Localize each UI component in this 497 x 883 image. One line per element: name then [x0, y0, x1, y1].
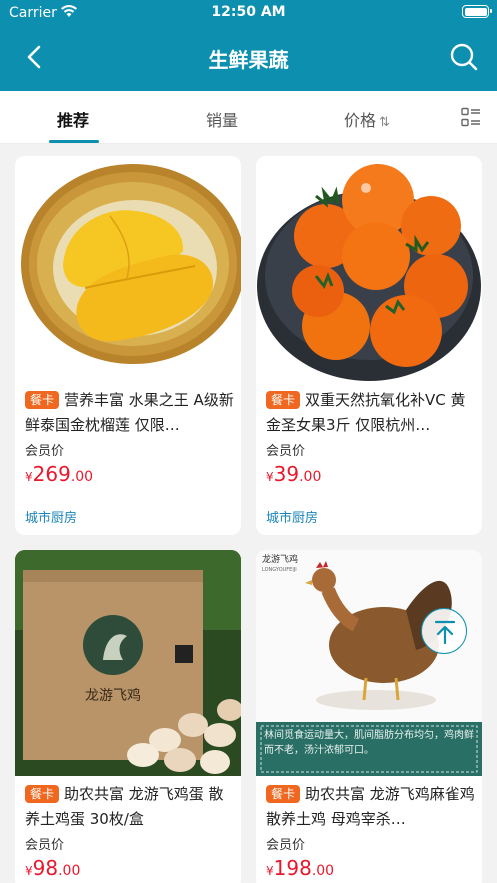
product-price: ¥269.00: [25, 462, 93, 486]
product-card[interactable]: 龙游飞鸡 LONGYOUFEIJI 林间觅食运动量大，肌间脂肪分布均匀，鸡肉鲜而…: [256, 550, 482, 883]
price-decimal: .00: [311, 863, 335, 879]
page-title: 生鲜果蔬: [208, 48, 289, 72]
product-card[interactable]: 龙游飞鸡 餐卡 助农共富 龙游飞鸡蛋 散养土鸡蛋 30枚/盒 会员价 ¥98.00: [15, 550, 241, 883]
chicken-brand-sub: LONGYOUFEIJI: [262, 567, 297, 573]
member-price-label: 会员价: [266, 838, 306, 853]
chicken-brand: 龙游飞鸡: [262, 553, 298, 565]
member-price-label: 会员价: [266, 444, 306, 459]
active-tab-indicator: [49, 140, 99, 143]
price-integer: 198: [273, 856, 312, 880]
store-name[interactable]: 城市厨房: [25, 507, 77, 526]
product-price: ¥39.00: [266, 462, 321, 486]
product-name: 餐卡 助农共富 龙游飞鸡麻雀鸡 散养土鸡 母鸡宰杀…: [266, 782, 476, 832]
product-name: 餐卡 营养丰富 水果之王 A级新鲜泰国金枕榴莲 仅限…: [25, 388, 235, 438]
price-integer: 269: [32, 462, 71, 486]
tab-price-label: 价格: [344, 111, 377, 130]
chicken-caption: 林间觅食运动量大，肌间脂肪分布均匀，鸡肉鲜而不老，汤汁浓郁可口。: [264, 730, 474, 756]
member-price-label: 会员价: [25, 838, 65, 853]
tab-recommend[interactable]: 推荐: [57, 107, 89, 131]
product-name: 餐卡 双重天然抗氧化补VC 黄金圣女果3斤 仅限杭州…: [266, 388, 476, 438]
product-price: ¥98.00: [25, 856, 80, 880]
currency-symbol: ¥: [266, 470, 274, 484]
currency-symbol: ¥: [25, 864, 33, 878]
back-to-top-button[interactable]: [421, 608, 467, 654]
search-icon[interactable]: [449, 42, 479, 72]
egg-box-image: 龙游飞鸡: [15, 550, 241, 776]
meal-card-badge: 餐卡: [266, 785, 301, 803]
status-time: 12:50 AM: [211, 4, 286, 20]
egg-box-brand: 龙游飞鸡: [85, 687, 141, 704]
meal-card-badge: 餐卡: [25, 391, 60, 409]
price-integer: 39: [273, 462, 300, 486]
arrow-up-to-top-icon: [434, 620, 456, 645]
price-decimal: .00: [70, 469, 94, 485]
durian-image: [15, 156, 241, 382]
member-price-label: 会员价: [25, 444, 65, 459]
price-decimal: .00: [299, 469, 322, 485]
tab-price[interactable]: 价格 ⇅: [344, 107, 390, 131]
sort-icon: ⇅: [379, 115, 390, 130]
tomato-image: [256, 156, 482, 382]
currency-symbol: ¥: [25, 470, 33, 484]
product-price: ¥198.00: [266, 856, 334, 880]
list-layout-icon[interactable]: [461, 107, 481, 127]
battery-icon: [462, 5, 492, 18]
store-name[interactable]: 城市厨房: [266, 507, 318, 526]
currency-symbol: ¥: [266, 864, 274, 878]
meal-card-badge: 餐卡: [266, 391, 301, 409]
product-name: 餐卡 助农共富 龙游飞鸡蛋 散养土鸡蛋 30枚/盒: [25, 782, 235, 832]
product-card[interactable]: 餐卡 营养丰富 水果之王 A级新鲜泰国金枕榴莲 仅限… 会员价 ¥269.00 城…: [15, 156, 241, 535]
meal-card-badge: 餐卡: [25, 785, 60, 803]
app-header: Carrier 12:50 AM 生鲜果蔬: [0, 0, 497, 91]
product-card[interactable]: 餐卡 双重天然抗氧化补VC 黄金圣女果3斤 仅限杭州… 会员价 ¥39.00 城市…: [256, 156, 482, 535]
chicken-image: 龙游飞鸡 LONGYOUFEIJI 林间觅食运动量大，肌间脂肪分布均匀，鸡肉鲜而…: [256, 550, 482, 776]
price-decimal: .00: [58, 863, 81, 879]
sort-tabs: 推荐 销量 价格 ⇅: [0, 91, 497, 144]
tab-sales[interactable]: 销量: [206, 107, 238, 131]
status-bar: Carrier 12:50 AM: [0, 0, 497, 26]
price-integer: 98: [32, 856, 59, 880]
